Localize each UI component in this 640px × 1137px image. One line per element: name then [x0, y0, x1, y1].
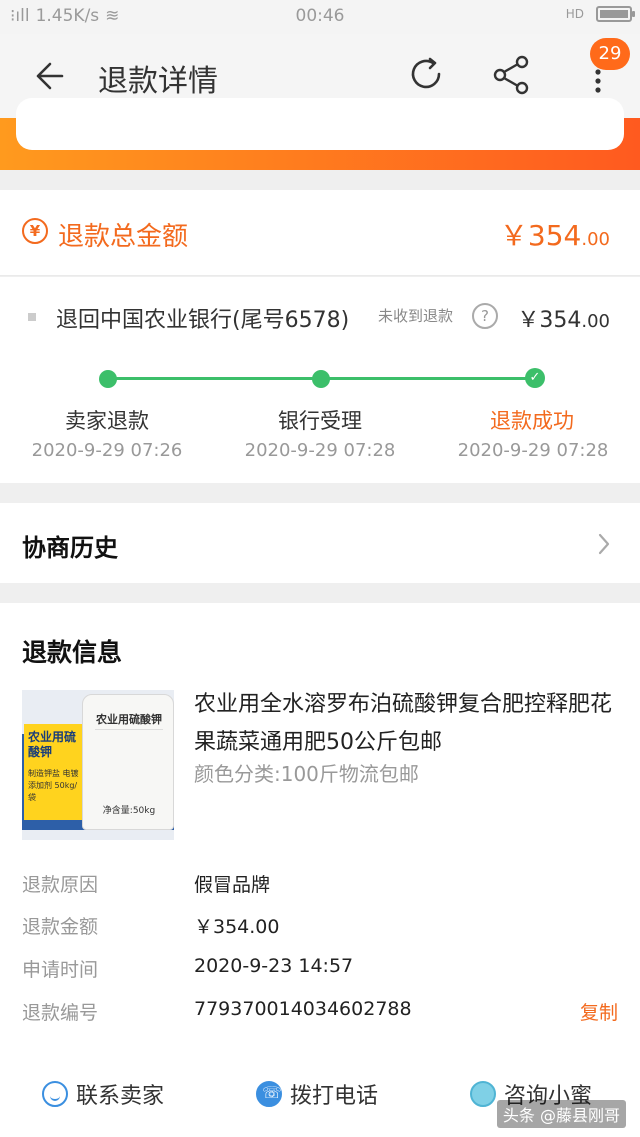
- refund-amount-label: 退款金额: [22, 916, 99, 938]
- call-button[interactable]: 拨打电话: [256, 1078, 378, 1110]
- refund-destination-label: 退回中国农业银行(尾号6578): [56, 308, 350, 333]
- assistant-icon: [470, 1081, 496, 1107]
- check-icon: ✓: [525, 368, 545, 388]
- refund-info-title: 退款信息: [22, 638, 123, 667]
- copy-button[interactable]: 复制: [580, 998, 618, 1025]
- step-label: 卖家退款: [65, 409, 149, 433]
- refund-number-value: 779370014034602788: [194, 998, 412, 1020]
- battery-icon: [596, 6, 635, 22]
- progress-line-1: [108, 377, 321, 380]
- yen-icon: ¥: [22, 218, 48, 244]
- not-received-link[interactable]: 未收到退款: [378, 305, 453, 326]
- progress-dot-2: [312, 370, 330, 388]
- step-time: 2020-9-29 07:26: [31, 440, 183, 461]
- refund-amount-value: ￥354.00: [194, 916, 280, 938]
- step-time: 2020-9-29 07:28: [457, 440, 609, 461]
- refund-destination-amount: ￥354.00: [517, 308, 610, 333]
- refund-reason-label: 退款原因: [22, 874, 99, 896]
- phone-icon: [256, 1081, 282, 1107]
- progress-line-2: [321, 377, 533, 380]
- step-label: 退款成功: [490, 409, 574, 433]
- refund-total-label: 退款总金额: [58, 222, 189, 252]
- share-icon[interactable]: [490, 54, 532, 96]
- status-bar: ⁝ıll 1.45K/s ≋ 00:46 HD: [0, 0, 640, 34]
- header-banner: [0, 98, 640, 170]
- smile-icon: [42, 1081, 68, 1107]
- clock: 00:46: [295, 6, 345, 26]
- help-icon[interactable]: ?: [472, 303, 498, 329]
- watermark: 头条 @藤县刚哥: [496, 1100, 626, 1128]
- product-name[interactable]: 农业用全水溶罗布泊硫酸钾复合肥控释肥花果蔬菜通用肥50公斤包邮: [194, 686, 614, 762]
- product-image[interactable]: 农业用硫酸钾 制造钾盐 电镀添加剂 50kg/袋 农业用硫酸钾 净含量:50kg: [22, 690, 174, 840]
- notification-badge: 29: [590, 38, 630, 70]
- apply-time-label: 申请时间: [22, 959, 99, 981]
- more-options-icon[interactable]: [588, 68, 608, 94]
- hd-call-icon: HD: [565, 7, 584, 21]
- banner-card: [16, 98, 624, 150]
- bullet-icon: [28, 313, 36, 321]
- contact-seller-button[interactable]: 联系卖家: [42, 1078, 164, 1110]
- negotiation-history-label: 协商历史: [22, 534, 118, 562]
- product-sku: 颜色分类:100斤物流包邮: [194, 762, 419, 786]
- step-label: 银行受理: [278, 409, 362, 433]
- apply-time-value: 2020-9-23 14:57: [194, 955, 354, 977]
- chevron-right-icon: [598, 533, 610, 555]
- refund-total-amount: ￥354.00: [499, 219, 610, 252]
- refresh-icon[interactable]: [406, 54, 446, 94]
- refund-number-label: 退款编号: [22, 1002, 99, 1024]
- page-title: 退款详情: [98, 64, 218, 99]
- refund-reason-value: 假冒品牌: [194, 874, 271, 896]
- back-arrow-icon[interactable]: [30, 58, 66, 94]
- step-time: 2020-9-29 07:28: [244, 440, 396, 461]
- progress-dot-1: [99, 370, 117, 388]
